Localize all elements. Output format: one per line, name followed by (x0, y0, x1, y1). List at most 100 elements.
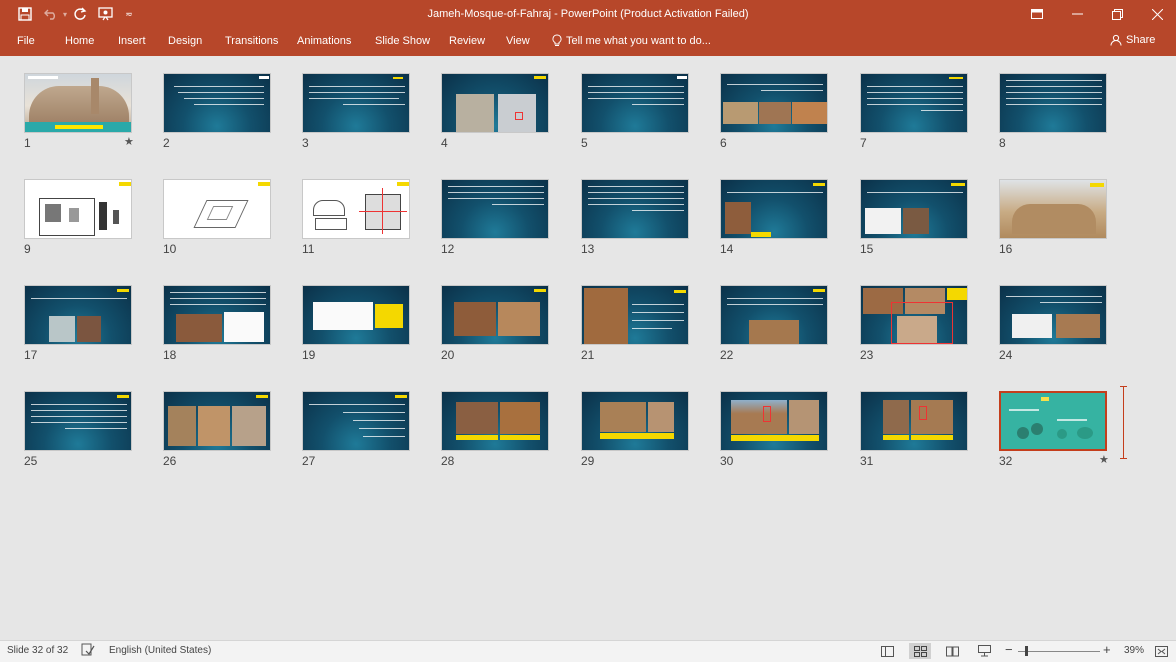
slide-thumbnail[interactable]: 11 (302, 179, 413, 256)
slide-number: 19 (302, 348, 316, 362)
slide-number: 1 (24, 136, 31, 150)
zoom-slider-track[interactable] (1018, 651, 1100, 652)
slide-number: 23 (860, 348, 874, 362)
slide-number: 12 (441, 242, 455, 256)
fit-slide-to-window-icon[interactable] (1150, 643, 1172, 659)
slide-number: 21 (581, 348, 595, 362)
slide-number: 9 (24, 242, 31, 256)
slide-number: 25 (24, 454, 38, 468)
slide-number: 28 (441, 454, 455, 468)
animation-star-icon: ★ (124, 136, 134, 148)
slide-number: 24 (999, 348, 1013, 362)
slide-thumbnail[interactable]: 17 (24, 285, 135, 362)
zoom-level[interactable]: 39% (1124, 645, 1144, 656)
slide-show-view-icon[interactable] (973, 643, 995, 659)
slide-thumbnail[interactable]: 31 (860, 391, 971, 468)
tab-file[interactable]: File (17, 35, 35, 47)
slide-thumbnail[interactable]: 18 (163, 285, 274, 362)
tab-animations[interactable]: Animations (297, 35, 351, 47)
status-bar: Slide 32 of 32 English (United States) −… (0, 640, 1176, 662)
slide-thumbnail[interactable]: 21 (581, 285, 692, 362)
slide-thumbnail[interactable]: 5 (581, 73, 692, 150)
language-indicator[interactable]: English (United States) (109, 645, 211, 656)
slide-number: 30 (720, 454, 734, 468)
slide-thumbnail[interactable]: 10 (163, 179, 274, 256)
slide-number: 22 (720, 348, 734, 362)
slide-number: 11 (302, 242, 315, 256)
slide-thumbnail[interactable]: 29 (581, 391, 692, 468)
slide-thumbnail[interactable]: 25 (24, 391, 135, 468)
tab-slide-show[interactable]: Slide Show (375, 35, 430, 47)
tab-review[interactable]: Review (449, 35, 485, 47)
spelling-check-icon[interactable] (81, 643, 95, 659)
tab-view[interactable]: View (506, 35, 530, 47)
slide-thumbnail[interactable]: 24 (999, 285, 1110, 362)
slide-thumbnail[interactable]: 4 (441, 73, 552, 150)
slide-counter: Slide 32 of 32 (7, 645, 69, 656)
slide-number: 7 (860, 136, 867, 150)
slide-thumbnail[interactable]: 23 (860, 285, 971, 362)
slide-thumbnail[interactable]: 12 (441, 179, 552, 256)
slide-thumbnail[interactable]: 27 (302, 391, 413, 468)
slide-number: 4 (441, 136, 448, 150)
animation-star-icon: ★ (1099, 454, 1109, 466)
normal-view-icon[interactable] (876, 643, 898, 659)
slide-number: 16 (999, 242, 1013, 256)
slide-thumbnail-selected[interactable]: 32 ★ (999, 391, 1110, 468)
lightbulb-icon (552, 34, 562, 46)
ribbon-tabs: File Home Insert Design Transitions Anim… (0, 29, 1176, 56)
slide-thumbnail[interactable]: 6 (720, 73, 831, 150)
slide-thumbnail[interactable]: 16 (999, 179, 1110, 256)
zoom-in-button[interactable]: + (1103, 642, 1111, 657)
tab-transitions[interactable]: Transitions (225, 35, 278, 47)
slide-number: 29 (581, 454, 595, 468)
restore-icon[interactable] (1105, 4, 1129, 24)
slide-number: 6 (720, 136, 727, 150)
zoom-out-button[interactable]: − (1005, 642, 1013, 657)
tab-insert[interactable]: Insert (118, 35, 146, 47)
slide-thumbnail[interactable]: 22 (720, 285, 831, 362)
insertion-marker (1120, 386, 1127, 459)
slide-number: 27 (302, 454, 316, 468)
slide-number: 26 (163, 454, 177, 468)
slide-number: 20 (441, 348, 455, 362)
slide-thumbnail[interactable]: 26 (163, 391, 274, 468)
slide-thumbnail[interactable]: 13 (581, 179, 692, 256)
slide-number: 8 (999, 136, 1006, 150)
slide-number: 10 (163, 242, 177, 256)
person-icon (1110, 34, 1122, 46)
title-bar: ▾ ≂ Jameh-Mosque-of-Fahraj - PowerPoint … (0, 0, 1176, 29)
reading-view-icon[interactable] (941, 643, 963, 659)
close-icon[interactable] (1145, 4, 1169, 24)
tab-home[interactable]: Home (65, 35, 94, 47)
slide-thumbnail[interactable]: 28 (441, 391, 552, 468)
slide-sorter-view-icon[interactable] (909, 643, 931, 659)
slide-thumbnail[interactable]: 1 ★ (24, 73, 135, 150)
slide-number: 18 (163, 348, 177, 362)
slide-thumbnail[interactable]: 2 (163, 73, 274, 150)
slide-thumbnail[interactable]: 30 (720, 391, 831, 468)
tell-me-box[interactable]: Tell me what you want to do... (552, 34, 711, 47)
window-title: Jameh-Mosque-of-Fahraj - PowerPoint (Pro… (427, 8, 749, 20)
tell-me-label: Tell me what you want to do... (566, 34, 711, 47)
slide-thumbnail[interactable]: 3 (302, 73, 413, 150)
slide-thumbnail[interactable]: 8 (999, 73, 1110, 150)
ribbon-display-options-icon[interactable] (1025, 4, 1049, 24)
slide-number: 14 (720, 242, 734, 256)
slide-thumbnail[interactable]: 7 (860, 73, 971, 150)
zoom-slider-thumb[interactable] (1025, 646, 1028, 656)
slide-thumbnail[interactable]: 14 (720, 179, 831, 256)
slide-thumbnail[interactable]: 20 (441, 285, 552, 362)
slide-thumbnail[interactable]: 19 (302, 285, 413, 362)
slide-number: 5 (581, 136, 588, 150)
slide-sorter: 1 ★ 2 3 4 5 6 7 8 9 10 11 12 13 14 15 16… (0, 56, 1176, 640)
tab-design[interactable]: Design (168, 35, 202, 47)
share-button[interactable]: Share (1110, 34, 1155, 46)
slide-number: 3 (302, 136, 309, 150)
slide-thumbnail[interactable]: 9 (24, 179, 135, 256)
share-label: Share (1126, 34, 1156, 46)
slide-number: 17 (24, 348, 38, 362)
minimize-icon[interactable] (1065, 4, 1089, 24)
slide-thumbnail[interactable]: 15 (860, 179, 971, 256)
slide-number: 13 (581, 242, 595, 256)
